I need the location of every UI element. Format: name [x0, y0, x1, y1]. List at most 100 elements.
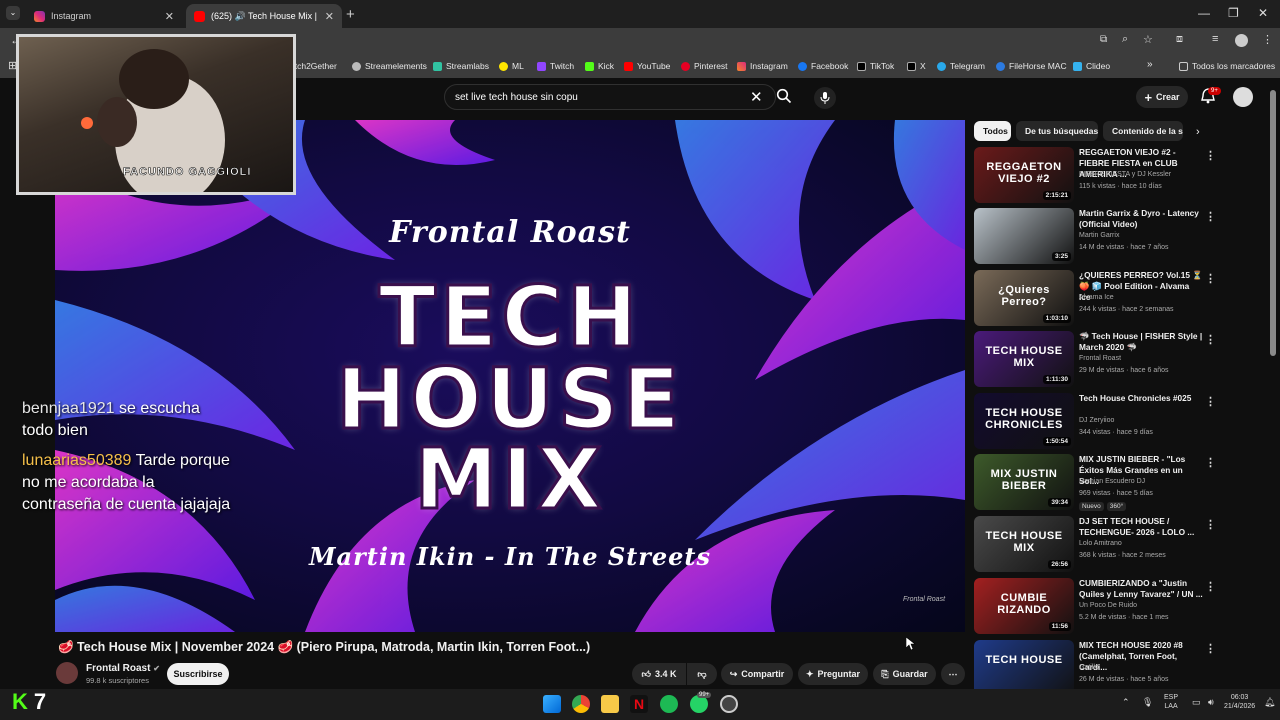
- video-thumbnail[interactable]: TECH HOUSE MIX 26:56: [974, 516, 1074, 572]
- netflix-icon[interactable]: N: [630, 695, 648, 713]
- recommendation-title[interactable]: CUMBIERIZANDO a "Justin Quiles y Lenny T…: [1079, 578, 1203, 600]
- bookmark-clideo[interactable]: Clideo: [1073, 61, 1110, 71]
- voice-search-button[interactable]: [814, 87, 836, 109]
- recommendation-item[interactable]: TECH HOUSE MIX 26:56 DJ SET TECH HOUSE / T…: [974, 516, 1216, 576]
- notifications-tray-icon[interactable]: 🔔︎: [1264, 697, 1275, 708]
- recommendation-item[interactable]: TECH HOUSE CHRONICLES 1:50:54 Tech House C…: [974, 393, 1216, 453]
- tab-search-icon[interactable]: ⌄: [6, 6, 20, 20]
- scrollbar[interactable]: [1270, 90, 1276, 356]
- search-input[interactable]: set live tech house sin copu: [444, 84, 776, 110]
- close-tab-icon[interactable]: ✕: [165, 10, 174, 23]
- restore-icon[interactable]: ❐: [1228, 6, 1239, 20]
- language-indicator[interactable]: ESP LAA: [1164, 693, 1178, 711]
- video-thumbnail[interactable]: TECH HOUSE MIX 1:11:30: [974, 331, 1074, 387]
- chevron-right-icon[interactable]: ›: [1196, 126, 1200, 138]
- recommendation-channel[interactable]: Frontal Roast: [1079, 355, 1121, 362]
- start-icon[interactable]: [543, 695, 561, 713]
- network-icon[interactable]: ▭: [1192, 697, 1201, 708]
- video-thumbnail[interactable]: CUMBIE RIZANDO 11:56: [974, 578, 1074, 634]
- minimize-icon[interactable]: —: [1198, 6, 1210, 20]
- more-options-icon[interactable]: ⋮: [1205, 210, 1216, 223]
- video-player[interactable]: Frontal Roast TECH HOUSE MIX Martin Ikin…: [55, 120, 965, 632]
- zoom-icon[interactable]: ⌕: [1122, 33, 1128, 46]
- chip-todos[interactable]: Todos: [974, 121, 1011, 141]
- recommendation-channel[interactable]: DJ Zeryiioo: [1079, 417, 1114, 424]
- recommendation-channel[interactable]: Damian Escudero DJ: [1079, 478, 1145, 485]
- search-icon[interactable]: [776, 88, 792, 104]
- more-options-icon[interactable]: ⋮: [1205, 149, 1216, 162]
- microphone-tray-icon[interactable]: 🎙︎: [1142, 697, 1153, 708]
- video-thumbnail[interactable]: REGGAETON VIEJO #2 2:15:21: [974, 147, 1074, 203]
- bookmark-youtube[interactable]: YouTube: [624, 61, 670, 71]
- recommendation-item[interactable]: REGGAETON VIEJO #2 2:15:21 REGGAETON VIEJO…: [974, 147, 1216, 207]
- share-button[interactable]: ↪ Compartir: [721, 663, 793, 685]
- video-thumbnail[interactable]: TECH HOUSE: [974, 640, 1074, 696]
- save-button[interactable]: ⎘ Guardar: [873, 663, 936, 685]
- more-options-icon[interactable]: ⋮: [1205, 456, 1216, 469]
- menu-icon[interactable]: ⋮: [1262, 33, 1273, 46]
- bookmark-twitch[interactable]: Twitch: [537, 61, 574, 71]
- more-options-icon[interactable]: ⋮: [1205, 333, 1216, 346]
- bookmark-x[interactable]: X: [907, 61, 926, 71]
- clock[interactable]: 06:03 21/4/2026: [1224, 693, 1255, 711]
- tab-youtube[interactable]: (625) 🔊 Tech House Mix | ✕: [186, 4, 342, 28]
- extensions-icon[interactable]: ⧈: [1176, 33, 1183, 46]
- more-options-icon[interactable]: ⋮: [1205, 518, 1216, 531]
- bookmark-pinterest[interactable]: Pinterest: [681, 61, 728, 71]
- bookmark-kick[interactable]: Kick: [585, 61, 614, 71]
- create-button[interactable]: + Crear: [1136, 86, 1188, 108]
- bookmark-watch2gether[interactable]: atch2Gether: [290, 61, 337, 71]
- bookmark-facebook[interactable]: Facebook: [798, 61, 848, 71]
- recommendation-title[interactable]: DJ SET TECH HOUSE / TECHENGUE- 2026 - LO…: [1079, 516, 1203, 538]
- bookmark-telegram[interactable]: Telegram: [937, 61, 985, 71]
- more-options-icon[interactable]: ⋮: [1205, 580, 1216, 593]
- bookmark-streamelements[interactable]: Streamelements: [352, 61, 427, 71]
- file-explorer-icon[interactable]: [601, 695, 619, 713]
- recommendation-item[interactable]: TECH HOUSE MIX 1:11:30 🦈 Tech House | FISH…: [974, 331, 1216, 391]
- cast-icon[interactable]: ⧉: [1100, 34, 1107, 45]
- recommendation-item[interactable]: MIX JUSTIN BIEBER 39:34 MIX JUSTIN BIEBER …: [974, 454, 1216, 514]
- chip-contenido[interactable]: Contenido de la se: [1103, 121, 1183, 141]
- clear-search-icon[interactable]: ✕: [750, 88, 763, 106]
- recommendation-channel[interactable]: Alvama Ice: [1079, 294, 1114, 301]
- chrome-icon[interactable]: [572, 695, 590, 713]
- ask-button[interactable]: ✦ Preguntar: [798, 663, 868, 685]
- bookmark-tiktok[interactable]: TikTok: [857, 61, 894, 71]
- volume-icon[interactable]: 🔊︎: [1208, 697, 1214, 708]
- profile-avatar[interactable]: [1235, 34, 1248, 47]
- recommendation-title[interactable]: Tech House Chronicles #025: [1079, 393, 1203, 404]
- recommendation-channel[interactable]: Lolo Amitrano: [1079, 540, 1122, 547]
- account-avatar[interactable]: [1233, 87, 1253, 107]
- chevron-up-icon[interactable]: ⌃: [1122, 697, 1130, 708]
- dislike-button[interactable]: 👎︎: [687, 663, 717, 685]
- media-icon[interactable]: ≡: [1212, 33, 1218, 45]
- recommendation-channel[interactable]: FIEBRE FIESTA y DJ Kessler: [1079, 171, 1171, 178]
- recommendation-item[interactable]: 3:25 Martin Garrix & Dyro - Latency (Offi…: [974, 208, 1216, 268]
- chip-de-tus-busquedas[interactable]: De tus búsquedas: [1016, 121, 1098, 141]
- more-bookmarks-icon[interactable]: »: [1147, 59, 1153, 70]
- bookmark-filehorse[interactable]: FileHorse MAC: [996, 61, 1067, 71]
- close-window-icon[interactable]: ✕: [1258, 6, 1268, 20]
- recommendation-item[interactable]: CUMBIE RIZANDO 11:56 CUMBIERIZANDO a "Just…: [974, 578, 1216, 638]
- recommendation-channel[interactable]: Gatillo: [1079, 664, 1099, 671]
- recommendation-channel[interactable]: Un Poco De Ruido: [1079, 602, 1137, 609]
- channel-name[interactable]: Frontal Roast ✔: [86, 663, 160, 674]
- new-tab-button[interactable]: +: [346, 6, 355, 23]
- bookmark-streamlabs[interactable]: Streamlabs: [433, 61, 489, 71]
- video-thumbnail[interactable]: ¿Quieres Perreo? 1:03:10: [974, 270, 1074, 326]
- video-thumbnail[interactable]: 3:25: [974, 208, 1074, 264]
- more-options-icon[interactable]: ⋮: [1205, 272, 1216, 285]
- bookmark-ml[interactable]: ML: [499, 61, 524, 71]
- recommendation-title[interactable]: Martin Garrix & Dyro - Latency (Official…: [1079, 208, 1203, 230]
- close-tab-icon[interactable]: ✕: [325, 10, 334, 23]
- all-bookmarks[interactable]: Todos los marcadores: [1179, 61, 1275, 71]
- like-button[interactable]: 👍︎ 3.4 K: [632, 663, 686, 685]
- video-thumbnail[interactable]: MIX JUSTIN BIEBER 39:34: [974, 454, 1074, 510]
- tab-instagram[interactable]: Instagram ✕: [26, 4, 182, 28]
- spotify-icon[interactable]: [660, 695, 678, 713]
- star-icon[interactable]: ☆: [1143, 33, 1153, 46]
- more-options-icon[interactable]: ⋮: [1205, 395, 1216, 408]
- more-actions-button[interactable]: ⋯: [941, 663, 965, 685]
- video-thumbnail[interactable]: TECH HOUSE CHRONICLES 1:50:54: [974, 393, 1074, 449]
- recommendation-title[interactable]: 🦈 Tech House | FISHER Style | March 2020…: [1079, 331, 1203, 353]
